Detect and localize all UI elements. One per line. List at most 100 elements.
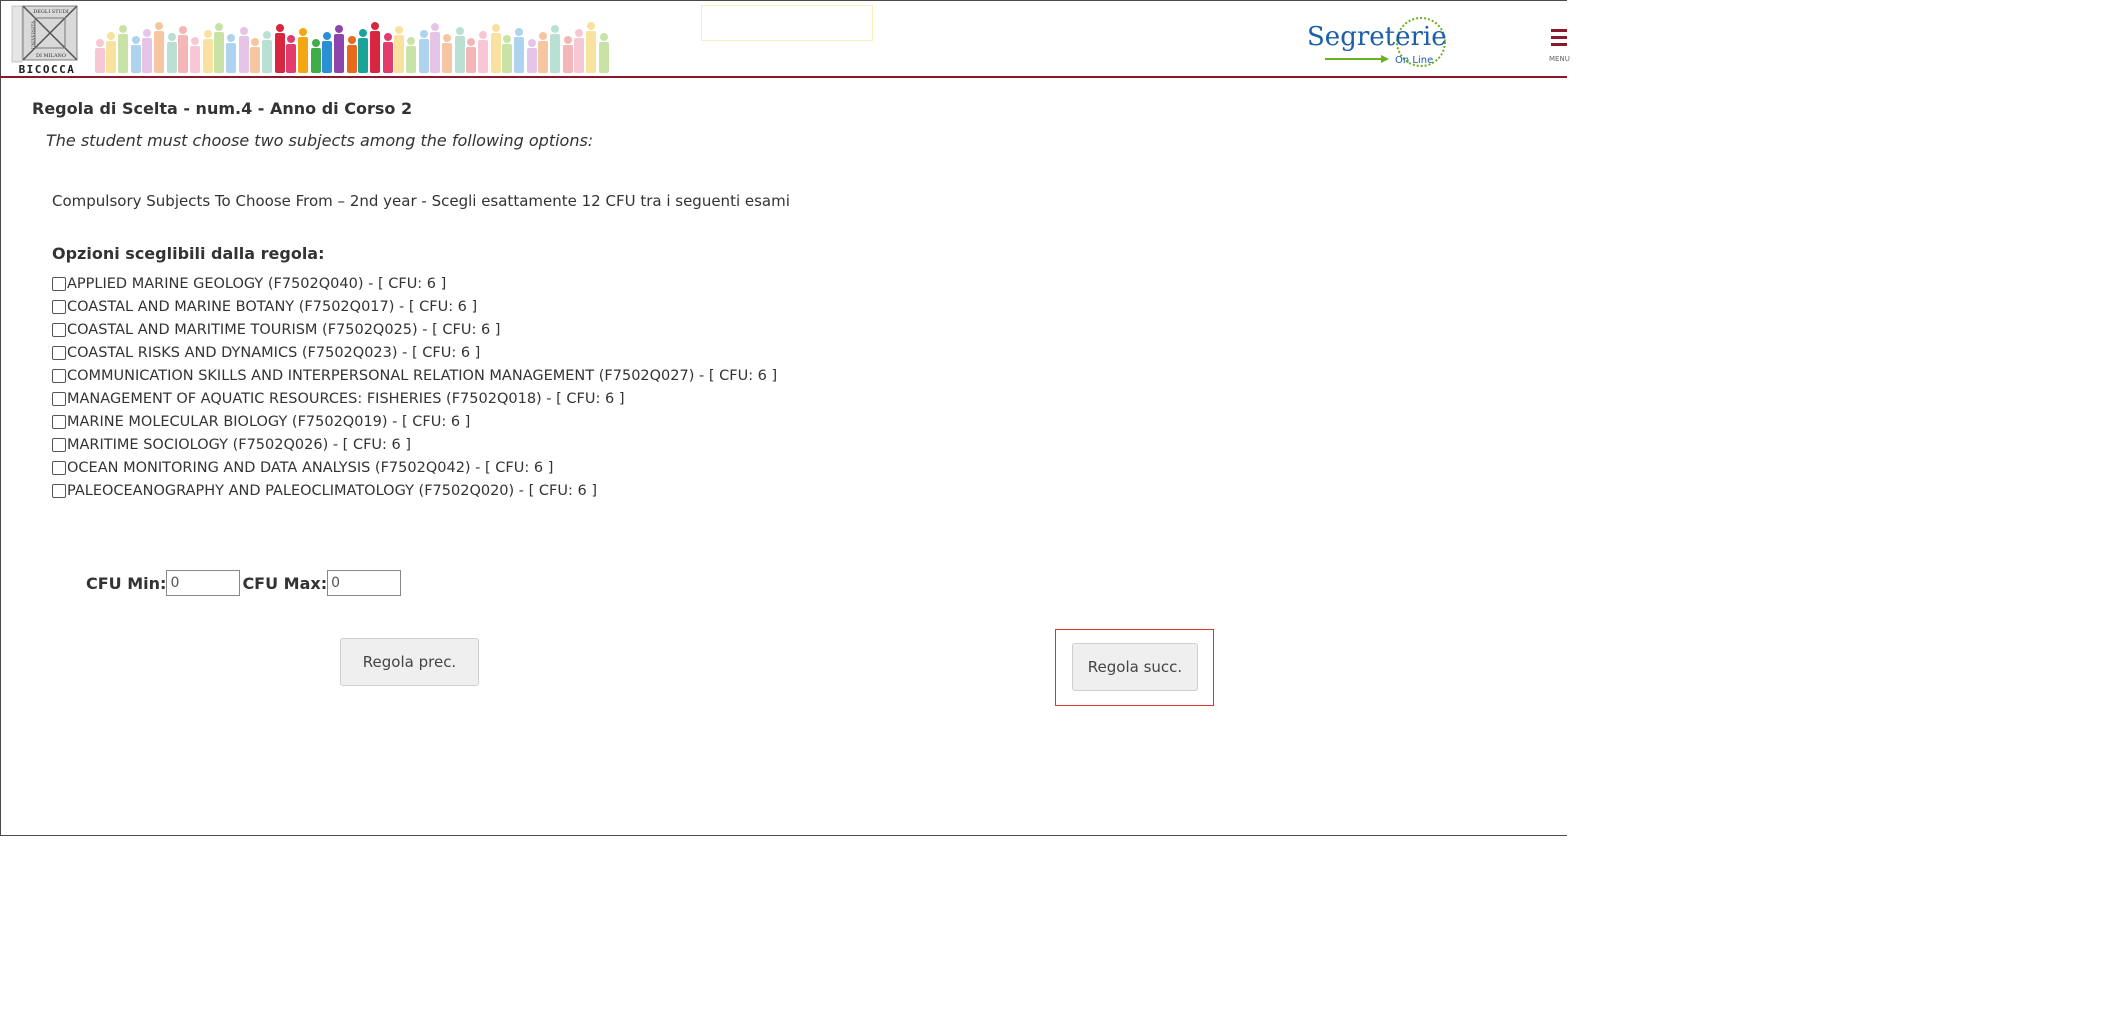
banner-person-body [286, 44, 296, 73]
banner-person-head [348, 36, 356, 44]
banner-person-body [311, 48, 321, 73]
menu-label: MENU [1549, 55, 1570, 63]
option-checkbox[interactable] [52, 276, 66, 291]
option-item: MANAGEMENT OF AQUATIC RESOURCES: FISHERI… [52, 387, 777, 410]
option-label[interactable]: COASTAL AND MARITIME TOURISM (F7502Q025)… [67, 319, 500, 341]
banner-person-body [298, 37, 308, 73]
banner-person-body [550, 34, 560, 73]
banner-person-body [514, 37, 524, 73]
option-label[interactable]: APPLIED MARINE GEOLOGY (F7502Q040) - [ C… [67, 273, 446, 295]
banner-person-head [227, 34, 235, 42]
banner-person-body [394, 35, 404, 73]
banner-person-body [599, 42, 609, 73]
option-checkbox[interactable] [52, 299, 66, 314]
option-checkbox[interactable] [52, 437, 66, 452]
banner-person-head [287, 35, 295, 43]
segreterie-online-logo[interactable]: Segreterie On Line [1301, 11, 1451, 73]
option-checkbox[interactable] [52, 483, 66, 498]
option-item: COASTAL AND MARINE BOTANY (F7502Q017) - … [52, 295, 777, 318]
option-label[interactable]: MARITIME SOCIOLOGY (F7502Q026) - [ CFU: … [67, 434, 411, 456]
banner-person-head [420, 30, 428, 38]
banner-person-head [240, 27, 248, 35]
banner-person-body [262, 40, 272, 73]
banner-person-head [323, 32, 331, 40]
banner-person-head [443, 34, 451, 42]
option-item: MARITIME SOCIOLOGY (F7502Q026) - [ CFU: … [52, 433, 777, 456]
menu-bar-3-icon [1551, 43, 1567, 46]
banner-person-body [563, 45, 573, 73]
option-checkbox[interactable] [52, 391, 66, 406]
cfu-max-input[interactable] [327, 570, 402, 596]
banner-person-head [551, 25, 559, 33]
banner-person-body [250, 47, 260, 73]
option-label[interactable]: OCEAN MONITORING AND DATA ANALYSIS (F750… [67, 457, 553, 479]
previous-rule-button[interactable]: Regola prec. [340, 638, 479, 686]
next-rule-button[interactable]: Regola succ. [1072, 643, 1198, 691]
portal-logo-main-text: Segreterie [1307, 22, 1447, 52]
rule-info: Compulsory Subjects To Choose From – 2nd… [52, 192, 790, 210]
banner-person-head [384, 33, 392, 41]
banner-person-head [467, 38, 475, 46]
banner-person-body [538, 41, 548, 73]
option-label[interactable]: COMMUNICATION SKILLS AND INTERPERSONAL R… [67, 365, 777, 387]
option-checkbox[interactable] [52, 414, 66, 429]
banner-person-body [131, 45, 141, 73]
banner-person-head [503, 35, 511, 43]
banner-person-head [528, 39, 536, 47]
logo-text-1: DEGLI STUDI [33, 9, 69, 15]
option-label[interactable]: PALEOCEANOGRAPHY AND PALEOCLIMATOLOGY (F… [67, 480, 597, 502]
option-item: COASTAL AND MARITIME TOURISM (F7502Q025)… [52, 318, 777, 341]
banner-person-head [431, 23, 439, 31]
menu-button[interactable]: MENU [1547, 27, 1571, 67]
logo-text-2: DI MILANO [36, 53, 66, 59]
banner-person-head [587, 22, 595, 30]
option-item: PALEOCEANOGRAPHY AND PALEOCLIMATOLOGY (F… [52, 479, 777, 502]
banner-person-head [479, 31, 487, 39]
banner-person-head [600, 33, 608, 41]
option-checkbox[interactable] [52, 460, 66, 475]
option-label[interactable]: COASTAL RISKS AND DYNAMICS (F7502Q023) -… [67, 342, 480, 364]
banner-person-head [132, 36, 140, 44]
banner-person-body [322, 41, 332, 73]
banner-person-head [335, 25, 343, 33]
banner-person-head [276, 24, 284, 32]
banner-person-body [430, 32, 440, 73]
banner-person-body [106, 41, 116, 73]
banner-person-head [575, 29, 583, 37]
option-item: COMMUNICATION SKILLS AND INTERPERSONAL R… [52, 364, 777, 387]
option-label[interactable]: COASTAL AND MARINE BOTANY (F7502Q017) - … [67, 296, 477, 318]
logo-text-0: UNIVERSITÀ [31, 20, 36, 49]
menu-bar-2-icon [1551, 36, 1567, 39]
banner-person-head [515, 28, 523, 36]
banner-person-body [478, 40, 488, 73]
banner-person-body [358, 38, 368, 73]
logo-text-3: BICOCCA [19, 63, 76, 75]
option-checkbox[interactable] [52, 322, 66, 337]
banner-person-head [312, 39, 320, 47]
option-label[interactable]: MANAGEMENT OF AQUATIC RESOURCES: FISHERI… [67, 388, 624, 410]
option-checkbox[interactable] [52, 345, 66, 360]
banner-person-head [299, 28, 307, 36]
banner-person-body [491, 33, 501, 73]
rule-description: The student must choose two subjects amo… [46, 131, 594, 150]
banner-person-head [143, 29, 151, 37]
option-checkbox[interactable] [52, 368, 66, 383]
cfu-range-row: CFU Min: CFU Max: [86, 570, 403, 596]
banner-person-body [574, 38, 584, 73]
banner-person-head [263, 31, 271, 39]
options-heading: Opzioni sceglibili dalla regola: [52, 244, 325, 263]
university-logo[interactable]: DEGLI STUDI DI MILANO UNIVERSITÀ BICOCCA [11, 5, 83, 75]
banner-person-head [251, 38, 259, 46]
banner-person-head [107, 32, 115, 40]
banner-person-body [167, 42, 177, 73]
cfu-max-label: CFU Max: [242, 573, 328, 593]
banner-person-head [456, 27, 464, 35]
banner-person-head [407, 37, 415, 45]
banner-person-head [155, 22, 163, 30]
cfu-min-input[interactable] [166, 570, 241, 596]
banner-person-head [179, 26, 187, 34]
option-label[interactable]: MARINE MOLECULAR BIOLOGY (F7502Q019) - [… [67, 411, 470, 433]
banner-person-head [204, 30, 212, 38]
banner-person-body [502, 44, 512, 73]
banner-person-body [190, 46, 200, 73]
